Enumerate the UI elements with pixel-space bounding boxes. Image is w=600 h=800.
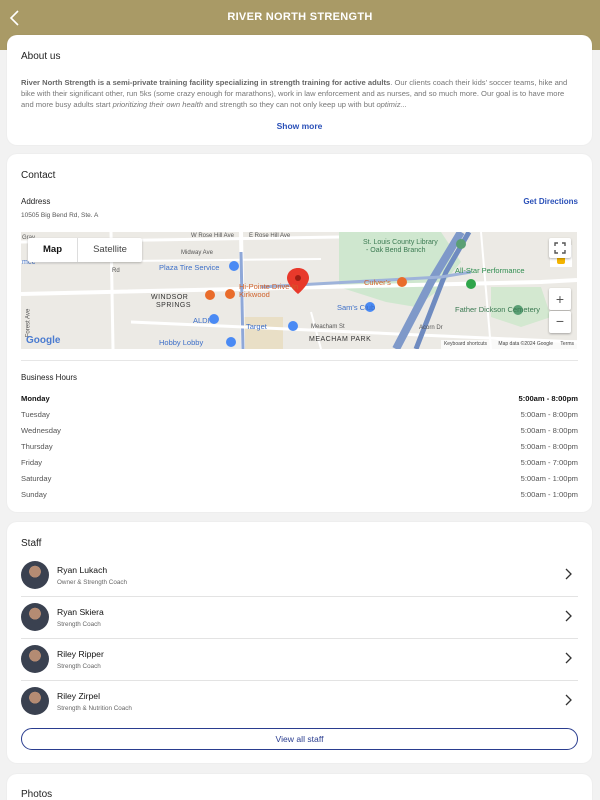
staff-card: Staff Ryan Lukach Owner & Strength Coach… — [7, 522, 592, 763]
map-label: Midway Ave — [181, 250, 213, 256]
zoom-out-button[interactable]: − — [549, 311, 571, 333]
map-label: Kirkwood — [239, 290, 270, 299]
avatar — [21, 645, 49, 673]
keyboard-shortcuts-link[interactable]: Keyboard shortcuts — [444, 341, 487, 347]
about-heading: About us — [21, 51, 61, 62]
divider — [21, 360, 578, 361]
map-label: W Rose Hill Ave — [191, 233, 234, 239]
staff-role: Strength Coach — [57, 621, 101, 628]
contact-heading: Contact — [21, 170, 56, 181]
about-card: About us River North Strength is a semi-… — [7, 35, 592, 145]
view-all-staff-button[interactable]: View all staff — [21, 728, 578, 750]
terms-link[interactable]: Terms — [560, 341, 574, 347]
contact-card: Contact Address 10505 Big Bend Rd, Ste. … — [7, 154, 592, 512]
hours-time: 5:00am - 8:00pm — [520, 426, 578, 435]
map-label: Father Dickson Cemetery — [455, 305, 541, 314]
map-tab-satellite[interactable]: Satellite — [77, 238, 142, 262]
hours-time: 5:00am - 8:00pm — [520, 410, 578, 419]
hours-day: Saturday — [21, 474, 52, 483]
map-label: Hobby Lobby — [159, 338, 204, 347]
about-desc-italic-2: optimiz... — [376, 100, 407, 109]
hours-row: Thursday 5:00am - 8:00pm — [21, 442, 578, 454]
map-label: Forest Ave — [25, 308, 32, 338]
staff-row[interactable]: Riley Zirpel Strength & Nutrition Coach — [21, 681, 578, 723]
staff-name: Riley Zirpel — [57, 691, 100, 701]
map-label: All-Star Performance — [455, 266, 525, 275]
staff-name: Ryan Skiera — [57, 607, 104, 617]
avatar — [21, 687, 49, 715]
about-desc-bold: River North Strength is a semi-private t… — [21, 78, 391, 87]
hours-time: 5:00am - 1:00pm — [520, 490, 578, 499]
staff-role: Strength & Nutrition Coach — [57, 705, 132, 712]
map-label: MEACHAM PARK — [309, 336, 372, 343]
about-description: River North Strength is a semi-private t… — [21, 77, 578, 110]
staff-name: Riley Ripper — [57, 649, 104, 659]
map-label: ALDI — [193, 316, 210, 325]
staff-row[interactable]: Riley Ripper Strength Coach — [21, 639, 578, 681]
hours-row: Saturday 5:00am - 1:00pm — [21, 474, 578, 486]
chevron-right-icon — [565, 610, 572, 622]
chevron-right-icon — [565, 568, 572, 580]
address-label: Address — [21, 197, 51, 206]
map-attribution: Keyboard shortcuts Map data ©2024 Google… — [440, 340, 577, 349]
hours-day: Monday — [21, 394, 50, 403]
hours-row: Sunday 5:00am - 1:00pm — [21, 490, 578, 502]
map-label: Target — [246, 322, 267, 331]
hours-time: 5:00am - 8:00pm — [520, 442, 578, 451]
avatar — [21, 603, 49, 631]
staff-name: Ryan Lukach — [57, 565, 108, 575]
hours-day: Thursday — [21, 442, 53, 451]
map-label: Culver's — [364, 278, 391, 287]
staff-heading: Staff — [21, 538, 42, 549]
hours-day: Wednesday — [21, 426, 61, 435]
hours-row: Tuesday 5:00am - 8:00pm — [21, 410, 578, 422]
about-desc-text-2: and strength so they can not only keep u… — [202, 100, 377, 109]
map-label: St. Louis County Library — [363, 239, 438, 246]
map-tab-map[interactable]: Map — [28, 238, 77, 262]
hours-day: Friday — [21, 458, 43, 467]
about-desc-italic-1: prioritizing their own health — [112, 100, 203, 109]
plus-icon: + — [555, 291, 565, 307]
business-hours-label: Business Hours — [21, 373, 78, 382]
map-label: Meacham St — [311, 324, 345, 330]
hours-row: Monday 5:00am - 8:00pm — [21, 394, 578, 406]
chevron-right-icon — [565, 694, 572, 706]
staff-role: Owner & Strength Coach — [57, 579, 128, 586]
get-directions-link[interactable]: Get Directions — [523, 197, 578, 206]
map-label: Plaza Tire Service — [159, 263, 220, 272]
map-label: Acorn Dr — [419, 325, 443, 331]
map-label: Sam's Club — [337, 303, 376, 312]
map-view[interactable]: W Rose Hill Ave E Rose Hill Ave Midway A… — [21, 232, 577, 349]
staff-row[interactable]: Ryan Lukach Owner & Strength Coach — [21, 555, 578, 597]
map-data-text: Map data ©2024 Google — [498, 341, 553, 347]
zoom-in-button[interactable]: + — [549, 288, 571, 310]
staff-role: Strength Coach — [57, 663, 101, 670]
google-logo: Google — [26, 335, 61, 346]
staff-row[interactable]: Ryan Skiera Strength Coach — [21, 597, 578, 639]
avatar — [21, 561, 49, 589]
map-label: SPRINGS — [156, 302, 192, 309]
chevron-right-icon — [565, 652, 572, 664]
map-label: Rd — [112, 268, 120, 274]
map-label: E Rose Hill Ave — [249, 233, 291, 239]
fullscreen-button[interactable] — [549, 238, 571, 258]
map-type-toggle: Map Satellite — [28, 238, 142, 262]
minus-icon: − — [555, 313, 565, 329]
show-more-link[interactable]: Show more — [7, 121, 592, 131]
map-label: - Oak Bend Branch — [366, 247, 426, 254]
hours-day: Sunday — [21, 490, 47, 499]
hours-time: 5:00am - 8:00pm — [518, 394, 578, 403]
hours-time: 5:00am - 1:00pm — [520, 474, 578, 483]
hours-day: Tuesday — [21, 410, 50, 419]
hours-row: Wednesday 5:00am - 8:00pm — [21, 426, 578, 438]
photos-card: Photos — [7, 774, 592, 800]
hours-time: 5:00am - 7:00pm — [520, 458, 578, 467]
address-value: 10505 Big Bend Rd, Ste. A — [21, 212, 99, 219]
photos-heading: Photos — [21, 789, 53, 800]
hours-row: Friday 5:00am - 7:00pm — [21, 458, 578, 470]
fullscreen-icon — [554, 242, 566, 254]
page-title: RIVER NORTH STRENGTH — [227, 11, 373, 23]
map-label: WINDSOR — [151, 294, 189, 301]
